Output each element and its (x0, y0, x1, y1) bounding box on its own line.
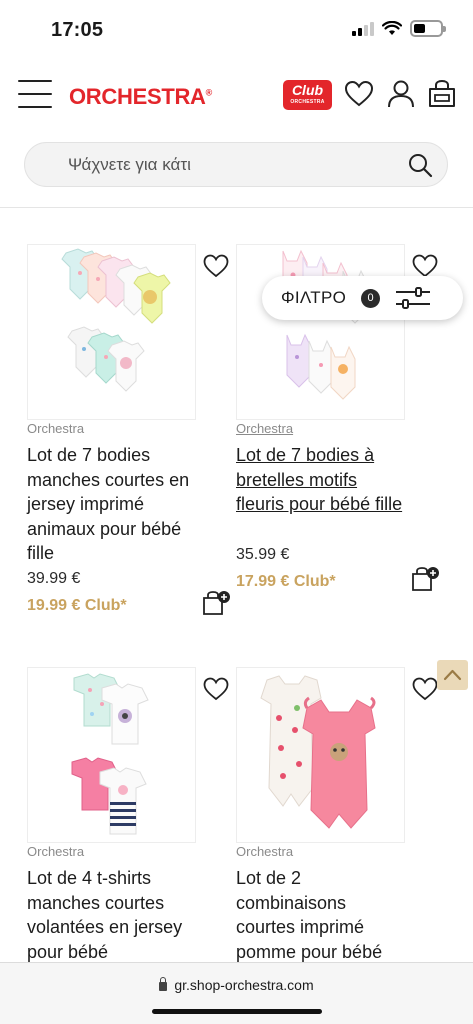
wishlist-heart-icon[interactable] (202, 252, 230, 280)
menu-icon[interactable] (18, 80, 52, 108)
product-club-price: 17.99 € Club* (236, 573, 336, 590)
cart-icon[interactable] (426, 78, 458, 110)
search-icon[interactable] (407, 152, 433, 178)
product-title[interactable]: Lot de 7 bodies manches courtes en jerse… (27, 443, 197, 566)
sliders-icon (396, 287, 430, 309)
product-brand: Orchestra (236, 844, 294, 859)
search-input[interactable] (68, 143, 388, 186)
status-time: 17:05 (51, 19, 104, 41)
filter-label: ΦΙΛΤΡΟ (281, 288, 347, 307)
signal-icon (352, 21, 374, 36)
product-image[interactable] (27, 244, 196, 420)
filter-count-badge: 0 (361, 289, 380, 308)
product-price: 39.99 € (27, 570, 81, 587)
back-to-top-button[interactable] (437, 660, 468, 690)
wishlist-heart-icon[interactable] (411, 675, 439, 703)
browser-url-bar: gr.shop-orchestra.com (0, 962, 473, 1024)
add-to-cart-icon[interactable] (411, 566, 441, 592)
club-badge-main: Club (291, 82, 324, 98)
product-brand: Orchestra (27, 421, 85, 436)
product-title[interactable]: Lot de 4 t-shirts manches courtes volant… (27, 866, 197, 964)
product-club-price: 19.99 € Club* (27, 597, 127, 614)
product-card: Orchestra Lot de 7 bodies manches courte… (27, 244, 230, 634)
product-brand: Orchestra (27, 844, 85, 859)
brand-logo-mark: ® (205, 87, 213, 98)
product-price: 35.99 € (236, 546, 290, 563)
heart-icon[interactable] (343, 78, 375, 110)
search-bar (24, 142, 448, 187)
wifi-icon (382, 21, 402, 35)
url-text: gr.shop-orchestra.com (174, 977, 314, 993)
filter-button[interactable]: ΦΙΛΤΡΟ 0 (262, 276, 463, 320)
user-icon[interactable] (385, 78, 417, 110)
status-bar: 17:05 (0, 0, 473, 56)
product-title[interactable]: Lot de 7 bodies à bretelles motifs fleur… (236, 443, 406, 517)
club-badge-sub: ORCHESTRA (290, 99, 325, 105)
brand-logo[interactable]: ORCHESTRA® (69, 84, 212, 110)
status-icons (352, 20, 446, 37)
url-display[interactable]: gr.shop-orchestra.com (0, 977, 473, 993)
product-brand[interactable]: Orchestra (236, 421, 293, 436)
home-indicator[interactable] (152, 1009, 322, 1014)
battery-fill (414, 24, 425, 33)
header-divider (0, 207, 473, 208)
chevron-up-icon (443, 669, 462, 681)
battery-icon (410, 20, 446, 37)
wishlist-heart-icon[interactable] (202, 675, 230, 703)
add-to-cart-icon[interactable] (202, 590, 232, 616)
product-card: Orchestra Lot de 2 combinaisons courtes … (236, 667, 439, 967)
brand-logo-text: ORCHESTRA (69, 84, 206, 109)
product-image[interactable] (236, 667, 405, 843)
lock-icon (159, 977, 168, 991)
product-card: Orchestra Lot de 4 t-shirts manches cour… (27, 667, 230, 967)
bodysuits-pack-image (282, 249, 368, 400)
product-image[interactable] (27, 667, 196, 843)
product-title[interactable]: Lot de 2 combinaisons courtes imprimé po… (236, 866, 406, 964)
club-badge[interactable]: Club ORCHESTRA (283, 80, 332, 110)
product-image[interactable] (236, 244, 405, 420)
rompers-pack-image (260, 675, 376, 829)
bodysuits-pack-image (61, 248, 171, 392)
site-header: ORCHESTRA® Club ORCHESTRA (0, 66, 473, 124)
tshirts-pack-image (71, 673, 149, 835)
